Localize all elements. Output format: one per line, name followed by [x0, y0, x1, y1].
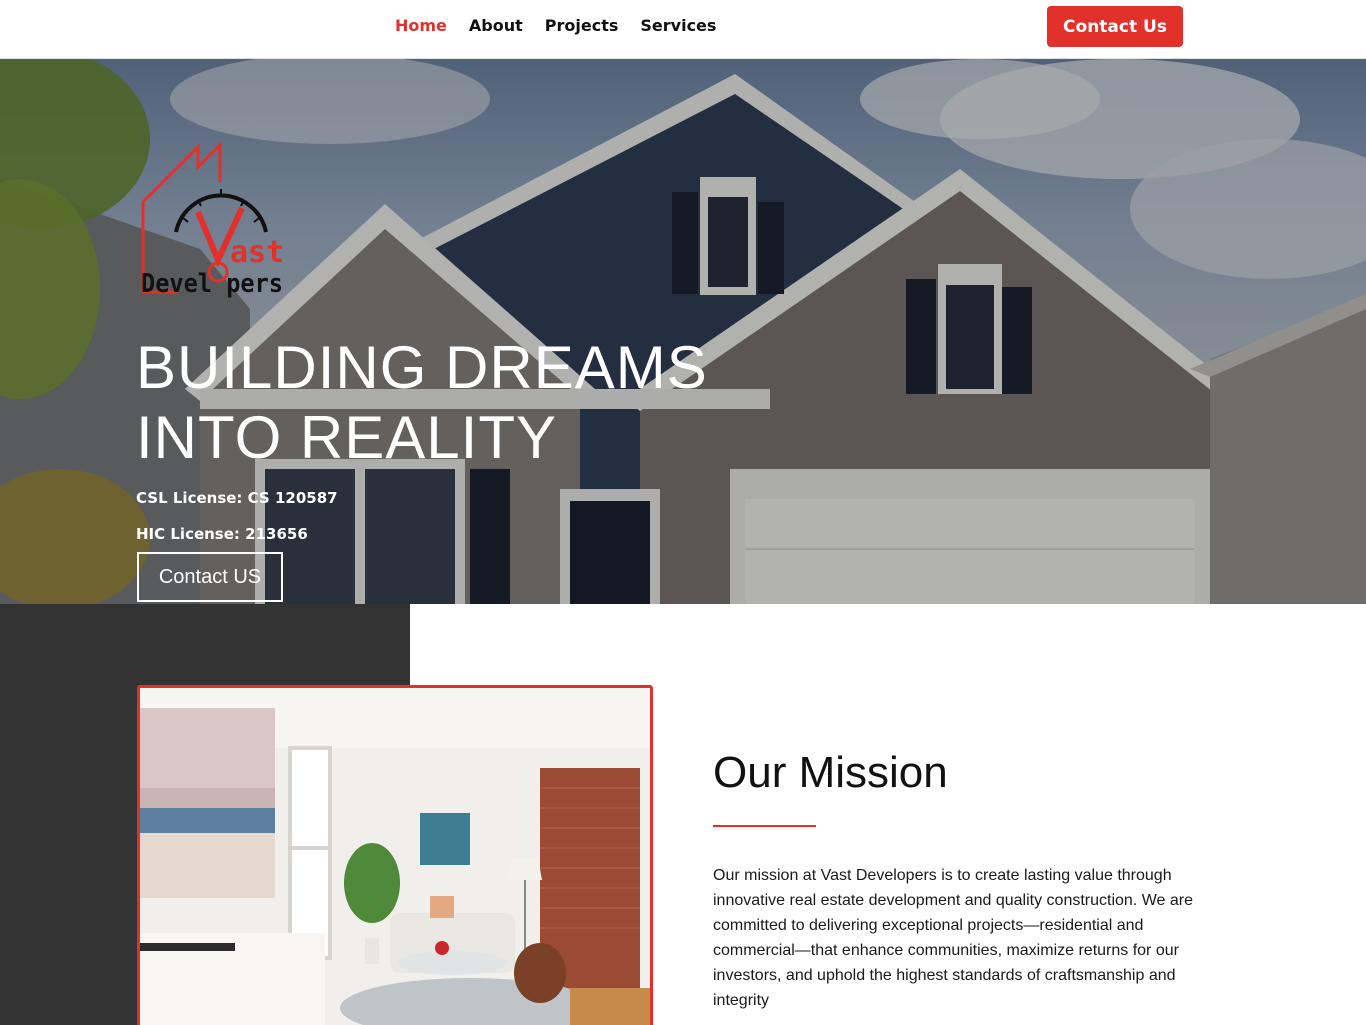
hero-dark-overlay [0, 59, 1366, 604]
hero-headline-line2: INTO REALITY [136, 404, 557, 471]
mission-divider [713, 825, 816, 827]
hero-contact-button[interactable]: Contact US [137, 552, 283, 602]
nav-link-projects[interactable]: Projects [534, 16, 630, 36]
nav-links: Home About Projects Services [384, 16, 727, 36]
living-room-photo [137, 685, 653, 1025]
mission-heading: Our Mission [713, 748, 948, 797]
house-gauge-logo-icon: ast Devel pers [141, 142, 284, 299]
nav-link-services[interactable]: Services [629, 16, 727, 36]
nav-link-home[interactable]: Home [384, 16, 458, 36]
hic-license-text: HIC License: 213656 [136, 525, 308, 543]
hero-section: ast Devel pers BUILDING DREAMS INTO REAL… [0, 59, 1366, 604]
living-room-image [140, 688, 650, 1025]
csl-license-text: CSL License: CS 120587 [136, 489, 338, 507]
logo-word-vast: ast [230, 235, 284, 270]
top-navigation: Home About Projects Services Contact Us [0, 0, 1366, 59]
hero-headline-line1: BUILDING DREAMS [136, 334, 708, 401]
logo-word-developers: Devel pers [141, 269, 283, 299]
nav-link-about[interactable]: About [458, 16, 534, 36]
contact-us-nav-button[interactable]: Contact Us [1047, 6, 1183, 47]
mission-paragraph: Our mission at Vast Developers is to cre… [713, 867, 1193, 1009]
hero-headline: BUILDING DREAMS INTO REALITY [136, 333, 836, 473]
